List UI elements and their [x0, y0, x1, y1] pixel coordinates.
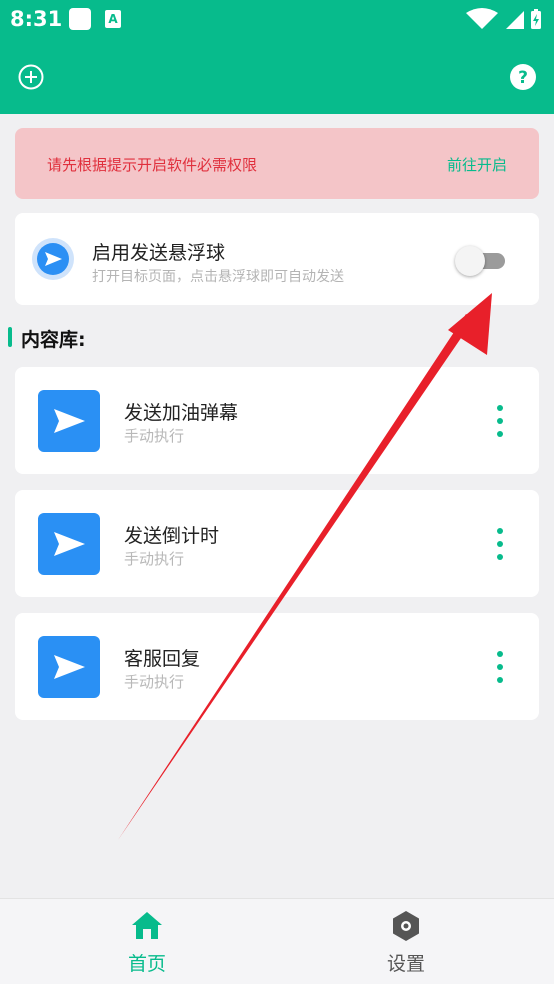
library-item-mode: 手动执行 [124, 427, 185, 445]
library-item[interactable]: 客服回复 手动执行 [15, 613, 539, 720]
home-icon [132, 912, 162, 939]
nav-item-settings[interactable]: 设置 [346, 899, 466, 984]
status-bar: 8:31 A [0, 0, 554, 38]
library-item-mode: 手动执行 [124, 550, 185, 568]
system-status-icons [466, 8, 541, 29]
signal-icon [506, 11, 524, 29]
library-item-name: 发送加油弹幕 [124, 402, 239, 424]
nav-home-label: 首页 [127, 953, 166, 975]
svg-text:?: ? [518, 68, 528, 88]
settings-hexagon-icon [393, 911, 419, 941]
plus-circle-icon[interactable] [17, 63, 45, 91]
more-vertical-icon[interactable] [493, 651, 507, 683]
open-permission-link[interactable]: 前往开启 [447, 154, 507, 175]
send-badge-icon [32, 238, 74, 280]
library-item-name: 发送倒计时 [124, 525, 220, 547]
more-vertical-icon[interactable] [493, 528, 507, 560]
battery-icon [531, 9, 541, 29]
send-icon [38, 390, 100, 452]
library-item[interactable]: 发送加油弹幕 手动执行 [15, 367, 539, 474]
floating-ball-subtitle: 打开目标页面，点击悬浮球即可自动发送 [92, 269, 344, 285]
notification-icon [69, 8, 91, 30]
permission-banner: 请先根据提示开启软件必需权限 前往开启 [15, 128, 539, 199]
question-circle-icon[interactable]: ? [509, 63, 537, 91]
library-item-mode: 手动执行 [124, 673, 185, 691]
library-item[interactable]: 发送倒计时 手动执行 [15, 490, 539, 597]
send-icon [38, 636, 100, 698]
nav-settings-label: 设置 [386, 953, 425, 975]
library-heading-label: 内容库: [21, 329, 86, 351]
wifi-icon [466, 8, 498, 29]
library-item-name: 客服回复 [124, 648, 201, 670]
floating-ball-title: 启用发送悬浮球 [92, 242, 226, 264]
bottom-navigation: 首页 设置 [0, 898, 554, 984]
app-bar: ? [0, 38, 554, 114]
permission-message: 请先根据提示开启软件必需权限 [47, 156, 258, 174]
send-icon [45, 252, 62, 266]
app-notification-icon: A [105, 10, 121, 28]
floating-ball-card: 启用发送悬浮球 打开目标页面，点击悬浮球即可自动发送 [15, 213, 539, 305]
floating-ball-toggle[interactable] [455, 246, 507, 276]
status-time: 8:31 [10, 7, 63, 31]
send-icon [38, 513, 100, 575]
more-vertical-icon[interactable] [493, 405, 507, 437]
nav-item-home[interactable]: 首页 [87, 899, 207, 984]
